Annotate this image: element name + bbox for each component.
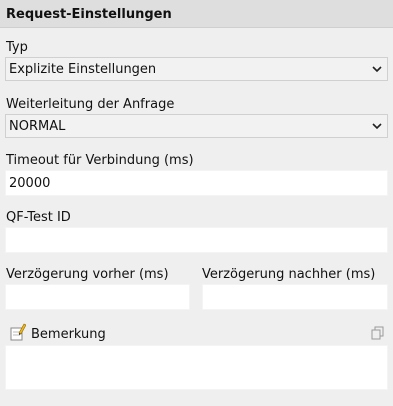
timeout-input-value: 20000 (9, 176, 51, 191)
typ-label: Typ (6, 40, 28, 55)
weiterleitung-label: Weiterleitung der Anfrage (6, 97, 175, 112)
note-pencil-icon (10, 323, 27, 341)
typ-select-value: Explizite Einstellungen (9, 62, 157, 77)
qftest-id-label: QF-Test ID (6, 210, 71, 225)
panel-header: Request-Einstellungen (0, 0, 393, 28)
bemerkung-textarea[interactable] (5, 345, 388, 390)
weiterleitung-select[interactable]: NORMAL (5, 114, 388, 138)
weiterleitung-select-value: NORMAL (9, 119, 66, 134)
verzoegerung-vorher-label: Verzögerung vorher (ms) (6, 267, 169, 282)
qftest-id-input[interactable] (5, 227, 388, 253)
timeout-label: Timeout für Verbindung (ms) (6, 153, 194, 168)
verzoegerung-vorher-input[interactable] (5, 284, 190, 310)
chevron-down-icon (370, 119, 384, 133)
copy-icon[interactable] (371, 326, 384, 340)
verzoegerung-nachher-label: Verzögerung nachher (ms) (202, 267, 376, 282)
panel-title: Request-Einstellungen (6, 7, 172, 22)
chevron-down-icon (370, 62, 384, 76)
typ-select[interactable]: Explizite Einstellungen (5, 57, 388, 81)
bemerkung-label: Bemerkung (31, 327, 106, 342)
timeout-input[interactable]: 20000 (5, 170, 388, 196)
verzoegerung-nachher-input[interactable] (202, 284, 388, 310)
